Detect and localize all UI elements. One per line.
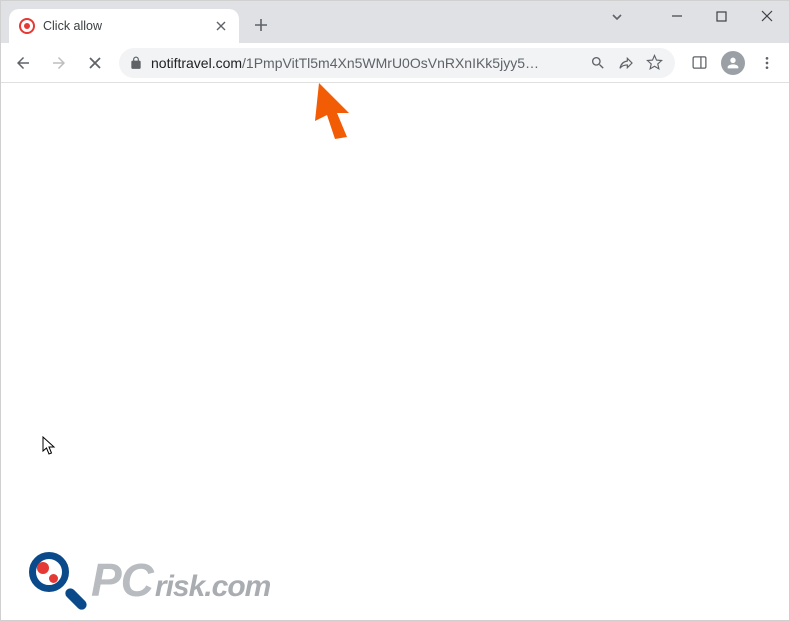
bookmark-star-icon[interactable] <box>644 54 665 71</box>
minimize-button[interactable] <box>654 1 699 31</box>
url-text: notiftravel.com/1PmpVitTl5m4Xn5WMrU0OsVn… <box>151 55 580 71</box>
page-content <box>1 83 789 620</box>
search-icon[interactable] <box>588 55 608 71</box>
forward-button[interactable] <box>43 47 75 79</box>
profile-button[interactable] <box>717 47 749 79</box>
url-domain: notiftravel.com <box>151 55 242 71</box>
watermark-pc: PC <box>91 553 153 607</box>
watermark-risk: risk <box>155 570 204 604</box>
avatar-icon <box>721 51 745 75</box>
address-bar[interactable]: notiftravel.com/1PmpVitTl5m4Xn5WMrU0OsVn… <box>119 48 675 78</box>
watermark: PC risk .com <box>29 552 270 608</box>
favicon-icon <box>19 18 35 34</box>
maximize-button[interactable] <box>699 1 744 31</box>
share-icon[interactable] <box>616 55 636 71</box>
new-tab-button[interactable] <box>247 11 275 39</box>
watermark-com: .com <box>204 570 270 604</box>
titlebar: Click allow <box>1 1 789 43</box>
lock-icon <box>129 56 143 70</box>
browser-tab[interactable]: Click allow <box>9 9 239 43</box>
close-tab-button[interactable] <box>213 18 229 34</box>
close-window-button[interactable] <box>744 1 789 31</box>
tab-search-button[interactable] <box>601 5 633 29</box>
side-panel-button[interactable] <box>683 47 715 79</box>
url-path: /1PmpVitTl5m4Xn5WMrU0OsVnRXnIKk5jyy5… <box>242 55 539 71</box>
magnifier-icon <box>29 552 85 608</box>
tab-title: Click allow <box>43 19 205 33</box>
toolbar: notiftravel.com/1PmpVitTl5m4Xn5WMrU0OsVn… <box>1 43 789 83</box>
stop-reload-button[interactable] <box>79 47 111 79</box>
menu-button[interactable] <box>751 47 783 79</box>
window-controls <box>654 1 789 37</box>
toolbar-right <box>683 47 783 79</box>
watermark-text: PC risk .com <box>91 553 270 607</box>
back-button[interactable] <box>7 47 39 79</box>
